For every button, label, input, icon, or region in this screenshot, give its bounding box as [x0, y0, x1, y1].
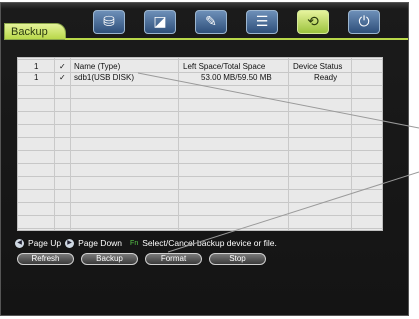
toolbar: ⛁ ◪ ✎ ☰ ⟲ ⏻ [93, 10, 380, 34]
tools-icon[interactable]: ✎ [195, 10, 227, 34]
power-icon[interactable]: ⏻ [348, 10, 380, 34]
row-space: 53.00 MB/59.50 MB [201, 73, 272, 82]
format-button[interactable]: Format [145, 253, 202, 265]
device-list[interactable]: 1 ✓ Name (Type) Left Space/Total Space D… [17, 57, 383, 231]
row-checkbox[interactable]: ✓ [59, 72, 66, 84]
tab-backup[interactable]: Backup [4, 23, 66, 40]
stop-button[interactable]: Stop [209, 253, 266, 265]
row-index: 1 [34, 73, 39, 82]
tab-underline [65, 38, 408, 40]
table-row[interactable]: 1 ✓ sdb1(USB DISK) 53.00 MB/59.50 MB Rea… [18, 72, 382, 84]
refresh-button[interactable]: Refresh [17, 253, 74, 265]
backup-window: ⛁ ◪ ✎ ☰ ⟲ ⏻ Backup 1 ✓ Name (Type) Left … [0, 2, 409, 316]
page-up-icon: ◀ [15, 238, 24, 248]
page-up-label: Page Up [28, 238, 62, 248]
hint-bar: ◀ Page Up ▶ Page Down Fn Select/Cancel b… [15, 238, 277, 248]
backup-button[interactable]: Backup [81, 253, 138, 265]
row-status: Ready [314, 73, 338, 82]
page-down-label: Page Down [78, 238, 123, 248]
camera-icon[interactable]: ◪ [144, 10, 176, 34]
row-name: sdb1(USB DISK) [74, 73, 135, 82]
backup-icon[interactable]: ⟲ [297, 10, 329, 34]
page-down-icon: ▶ [65, 238, 75, 248]
fn-key-label: Fn [130, 239, 139, 247]
list-icon[interactable]: ☰ [246, 10, 278, 34]
select-hint-text: Select/Cancel backup device or file. [142, 238, 277, 248]
button-bar: Refresh Backup Format Stop [17, 253, 266, 265]
disk-icon[interactable]: ⛁ [93, 10, 125, 34]
